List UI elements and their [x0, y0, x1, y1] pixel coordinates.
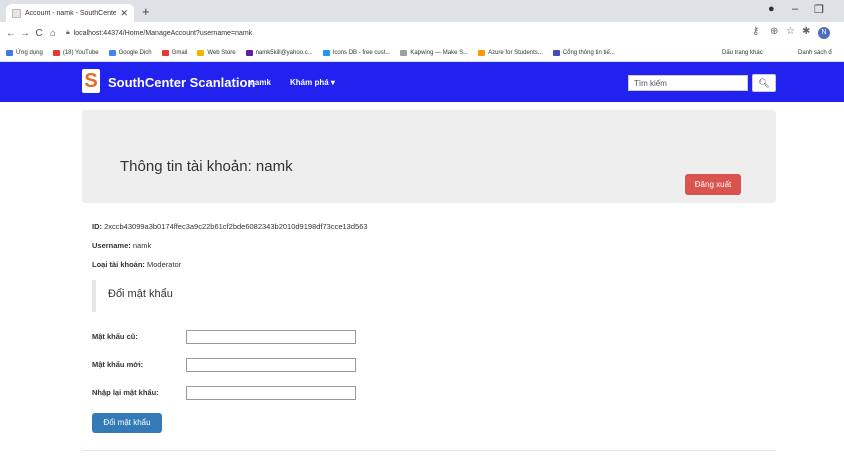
divider — [82, 450, 776, 451]
bookmark-item[interactable]: Kapwing — Make S... — [400, 49, 469, 56]
browser-toolbar: ← → C ⌂ 🔒︎ localhost:44374/Home/ManageAc… — [0, 22, 844, 44]
bookmark-icon — [6, 49, 13, 56]
bookmark-item[interactable]: Icons DB - free cust... — [322, 49, 391, 56]
type-label: Loại tài khoản: — [92, 260, 145, 269]
bookmark-label: (18) YouTube — [62, 49, 99, 56]
old-password-field[interactable] — [186, 330, 356, 344]
star-icon[interactable]: ☆ — [786, 26, 795, 37]
new-tab-button[interactable]: + — [142, 4, 150, 19]
bookmark-icon — [161, 49, 169, 56]
bookmark-item[interactable]: Ứng dụng — [6, 49, 43, 56]
bookmark-icon — [108, 49, 116, 56]
bookmark-icon — [245, 49, 253, 56]
account-type: Loại tài khoản: Moderator — [92, 260, 181, 269]
account-header: Thông tin tài khoản: namk Đăng xuất — [82, 110, 776, 203]
maximize-icon[interactable]: ❐ — [814, 3, 824, 16]
site-logo[interactable]: S — [82, 69, 100, 93]
bookmark-item[interactable]: Google Dịch — [108, 49, 152, 56]
bookmark-icon — [552, 49, 560, 56]
bookmark-other[interactable]: Dấu trang khác — [722, 50, 763, 56]
bookmarks-bar: Ứng dụng (18) YouTube Google Dịch Gmail Web … — [0, 44, 844, 62]
change-password-button[interactable]: Đổi mật khẩu — [92, 413, 162, 433]
extensions-icon[interactable]: ✱ — [802, 26, 810, 37]
bookmark-item[interactable]: Cổng thông tin tiế... — [552, 49, 615, 56]
zoom-icon[interactable]: ⊕ — [770, 26, 778, 37]
confirm-password-label: Nhập lại mật khẩu: — [92, 388, 159, 397]
type-value: Moderator — [147, 260, 182, 269]
nav-user-link[interactable]: namk — [250, 78, 271, 87]
tab-favicon-icon — [12, 8, 21, 18]
username-value: namk — [132, 241, 152, 250]
new-password-label: Mật khẩu mới: — [92, 360, 144, 369]
bookmark-label: Google Dịch — [118, 49, 152, 56]
search-input[interactable] — [628, 75, 748, 91]
search-icon: 🔍︎ — [758, 78, 770, 88]
home-icon[interactable]: ⌂ — [46, 28, 60, 39]
browser-tab[interactable]: Account - namk - SouthCenter S ✕ — [6, 4, 134, 22]
bookmark-item[interactable]: Azure for Students... — [478, 49, 543, 56]
profile-avatar[interactable]: N — [818, 27, 830, 39]
bookmark-icon — [400, 49, 408, 56]
address-text: localhost:44374/Home/ManageAccount?usern… — [73, 29, 253, 37]
bookmark-label: Cổng thông tin tiế... — [562, 49, 615, 56]
browser-tab-strip: Account - namk - SouthCenter S ✕ + ● – ❐ — [0, 0, 844, 22]
bookmark-item[interactable]: namk5kill@yahoo.c... — [245, 49, 313, 56]
bookmark-label: Web Store — [207, 49, 236, 56]
bookmark-item[interactable]: (18) YouTube — [52, 49, 99, 56]
nav-explore-dropdown[interactable]: Khám phá ▾ — [290, 78, 335, 87]
confirm-password-field[interactable] — [186, 386, 356, 400]
bookmark-icon — [52, 49, 60, 56]
change-password-section: Đổi mật khẩu — [92, 280, 392, 312]
username-label: Username: — [92, 241, 131, 250]
back-icon[interactable]: ← — [4, 28, 18, 39]
bookmark-label: namk5kill@yahoo.c... — [255, 49, 313, 56]
bookmark-label: Ứng dụng — [16, 49, 43, 56]
address-bar[interactable]: 🔒︎ localhost:44374/Home/ManageAccount?us… — [66, 25, 726, 41]
forward-icon[interactable]: → — [18, 28, 32, 39]
account-username: Username: namk — [92, 241, 151, 250]
bookmark-icon — [322, 49, 330, 56]
reading-list[interactable]: Danh sách đ — [798, 50, 832, 56]
page-title: Thông tin tài khoản: namk — [120, 158, 293, 175]
minimize-icon[interactable]: – — [792, 3, 798, 15]
bookmark-label: Kapwing — Make S... — [410, 49, 469, 56]
bookmark-label: Icons DB - free cust... — [332, 49, 391, 56]
bookmark-label: Azure for Students... — [488, 49, 543, 56]
bookmark-icon — [197, 49, 205, 56]
search-button[interactable]: 🔍︎ — [752, 74, 776, 92]
section-title: Đổi mật khẩu — [108, 288, 173, 300]
lock-icon: 🔒︎ — [66, 29, 70, 36]
bookmark-item[interactable]: Gmail — [161, 49, 188, 56]
bookmark-icon — [478, 49, 486, 56]
reload-icon[interactable]: C — [32, 28, 46, 39]
bookmark-item[interactable]: Web Store — [197, 49, 236, 56]
id-label: ID: — [92, 222, 102, 231]
key-icon[interactable]: ⚷ — [752, 26, 759, 37]
tab-title: Account - namk - SouthCenter S — [25, 9, 117, 17]
old-password-label: Mật khẩu cũ: — [92, 332, 138, 341]
new-password-field[interactable] — [186, 358, 356, 372]
logout-button[interactable]: Đăng xuất — [685, 174, 741, 195]
site-brand[interactable]: SouthCenter Scanlation — [108, 75, 255, 90]
account-id: ID: 2xccb43099a3b0174ffec3a9c22b61cf2bde… — [92, 222, 368, 231]
id-value: 2xccb43099a3b0174ffec3a9c22b61cf2bde6082… — [104, 222, 368, 231]
bookmark-label: Gmail — [171, 49, 188, 56]
site-navbar: S SouthCenter Scanlation namk Khám phá ▾… — [0, 62, 844, 102]
record-icon[interactable]: ● — [768, 3, 775, 15]
close-tab-icon[interactable]: ✕ — [120, 8, 128, 19]
